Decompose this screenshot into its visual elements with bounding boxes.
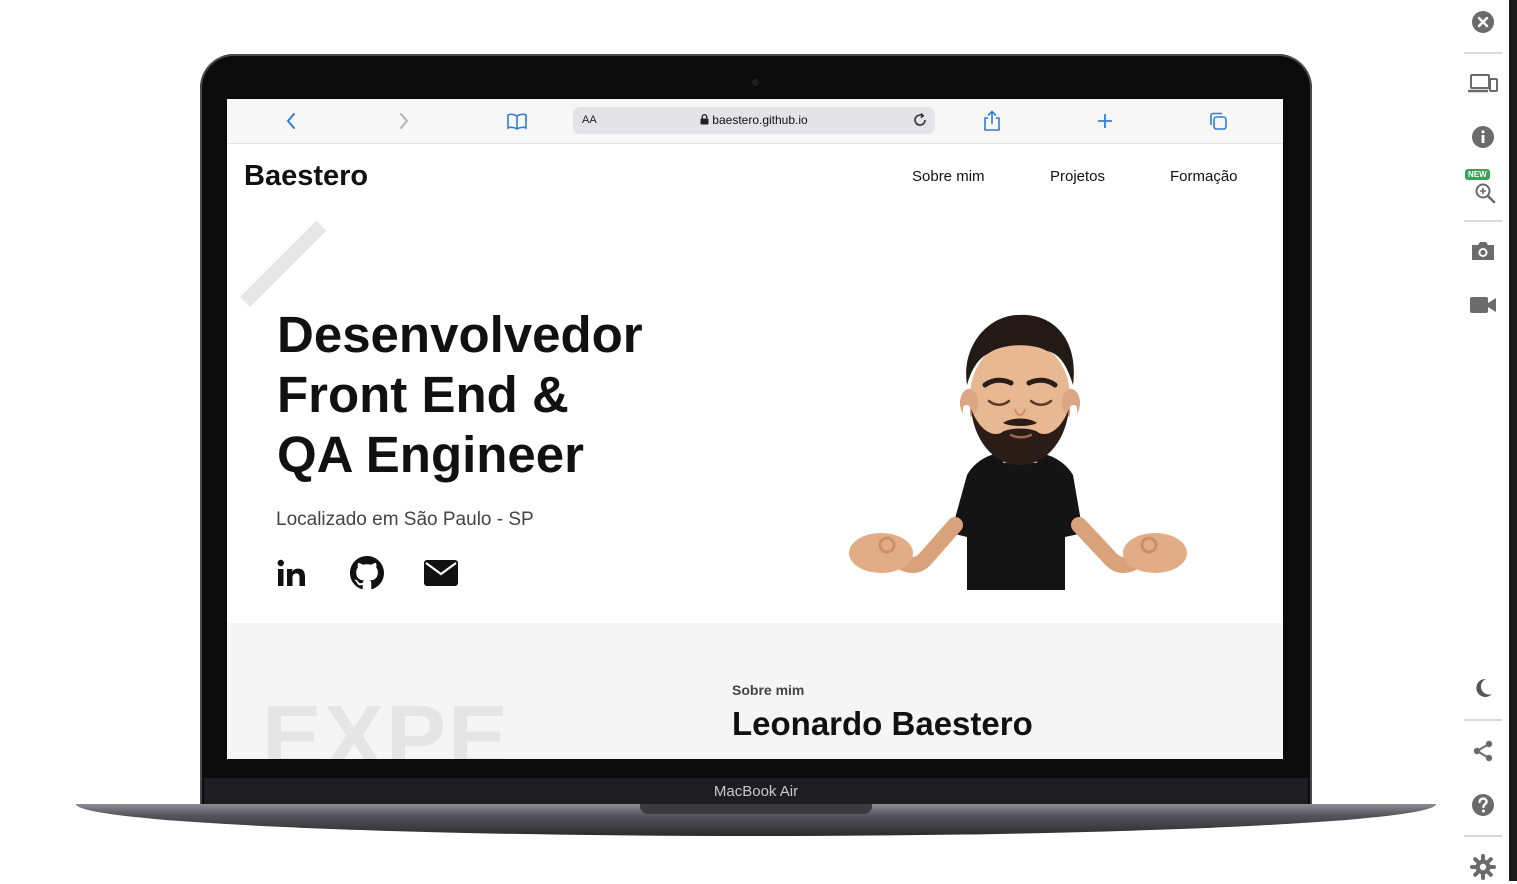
rail-divider: [1464, 220, 1502, 222]
email-icon: [424, 560, 458, 586]
browser-toolbar: AA baestero.github.io: [227, 99, 1283, 144]
close-button[interactable]: [1466, 5, 1500, 39]
laptop-chin: MacBook Air: [204, 778, 1308, 806]
url-text: baestero.github.io: [712, 113, 808, 127]
webcam: [752, 79, 759, 86]
devices-button[interactable]: [1466, 67, 1500, 101]
hero-location: Localizado em São Paulo - SP: [276, 509, 534, 530]
lock-icon: [700, 114, 709, 125]
tabs-icon: [1210, 112, 1227, 130]
rail-divider: [1464, 52, 1502, 54]
section-watermark: EXPE: [262, 688, 511, 759]
settings-button[interactable]: [1466, 850, 1500, 884]
laptop-notch: [640, 804, 872, 814]
tool-rail: NEW: [1452, 0, 1510, 881]
share-button[interactable]: [980, 109, 1004, 133]
help-button[interactable]: [1466, 788, 1500, 822]
url-display: baestero.github.io: [573, 113, 935, 127]
camera-icon: [1472, 242, 1494, 260]
book-icon: [507, 113, 527, 130]
hero-title-line: Front End &: [277, 366, 569, 423]
site-header: Baestero Sobre mim Projetos Formação: [227, 144, 1283, 219]
nav-projetos[interactable]: Projetos: [1050, 168, 1105, 185]
email-link[interactable]: [422, 554, 460, 592]
site-logo[interactable]: Baestero: [244, 160, 368, 193]
info-button[interactable]: [1466, 120, 1500, 154]
nav-sobre-mim[interactable]: Sobre mim: [912, 168, 985, 185]
about-section: EXPE Sobre mim Leonardo Baestero: [227, 623, 1283, 759]
plus-icon: [1098, 114, 1112, 128]
chevron-left-icon: [286, 113, 295, 129]
bookmarks-button[interactable]: [505, 109, 529, 133]
close-icon: [1472, 11, 1494, 33]
devices-icon: [1468, 74, 1498, 93]
github-icon: [350, 556, 384, 590]
forward-button[interactable]: [392, 109, 416, 133]
reload-button[interactable]: [911, 111, 929, 134]
rail-divider: [1464, 719, 1502, 721]
linkedin-link[interactable]: [273, 554, 311, 592]
memoji-avatar: [849, 314, 1187, 590]
chevron-right-icon: [400, 113, 409, 129]
info-icon: [1472, 126, 1494, 148]
address-bar[interactable]: AA baestero.github.io: [573, 107, 935, 134]
new-tab-button[interactable]: [1093, 109, 1117, 133]
rail-divider: [1464, 835, 1502, 837]
video-icon: [1470, 297, 1496, 313]
share-icon: [984, 110, 1000, 131]
back-button[interactable]: [279, 109, 303, 133]
zoom-button[interactable]: NEW: [1465, 169, 1500, 207]
share-icon: [1473, 740, 1493, 762]
device-screen: AA baestero.github.io Baestero Sobre mim…: [227, 99, 1283, 759]
dark-mode-button[interactable]: [1466, 671, 1500, 705]
hero-title-line: QA Engineer: [277, 426, 584, 483]
hero-title-line: Desenvolvedor: [277, 306, 643, 363]
github-link[interactable]: [348, 554, 386, 592]
nav-formacao[interactable]: Formação: [1170, 168, 1238, 185]
about-name: Leonardo Baestero: [732, 705, 1033, 742]
share-rail-button[interactable]: [1466, 734, 1500, 768]
device-label: MacBook Air: [713, 783, 799, 800]
reload-icon: [914, 112, 926, 126]
help-icon: [1472, 794, 1494, 816]
decorative-slash: [240, 220, 327, 307]
linkedin-icon: [277, 559, 305, 586]
new-badge: NEW: [1465, 169, 1490, 180]
moon-icon: [1476, 678, 1492, 697]
window-edge: [1509, 0, 1517, 881]
record-video-button[interactable]: [1466, 288, 1500, 322]
about-kicker: Sobre mim: [732, 682, 805, 698]
hero-title: Desenvolvedor Front End & QA Engineer: [277, 305, 643, 485]
zoom-in-icon: [1475, 183, 1496, 204]
settings-icon: [1470, 854, 1496, 880]
screenshot-button[interactable]: [1466, 234, 1500, 268]
tabs-button[interactable]: [1206, 109, 1230, 133]
